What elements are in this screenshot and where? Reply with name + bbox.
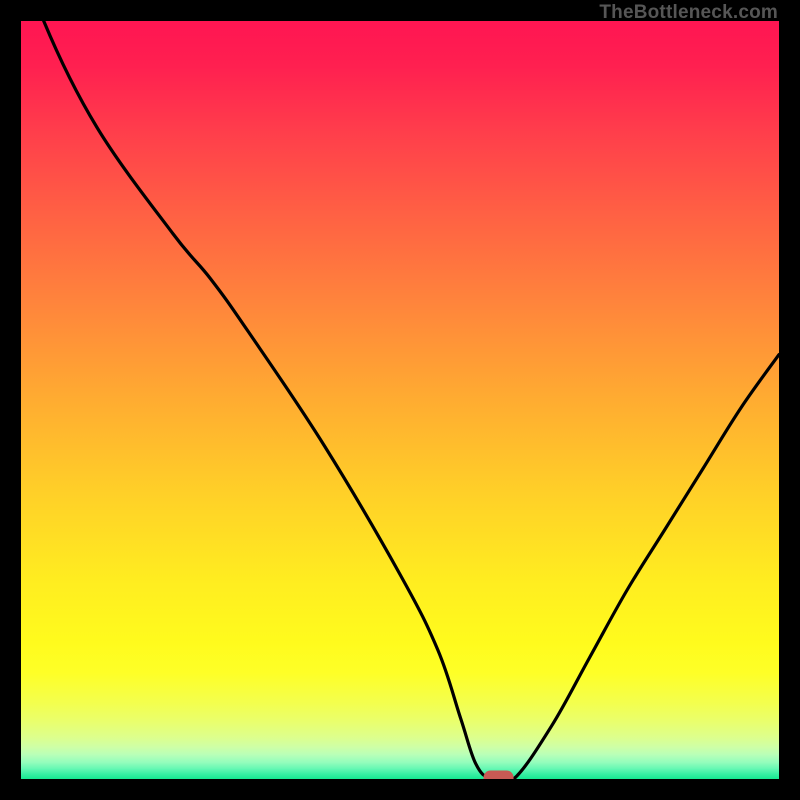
gradient-background [21, 21, 779, 779]
chart-frame: TheBottleneck.com [0, 0, 800, 800]
optimum-marker [484, 771, 514, 780]
chart-plot [21, 21, 779, 779]
